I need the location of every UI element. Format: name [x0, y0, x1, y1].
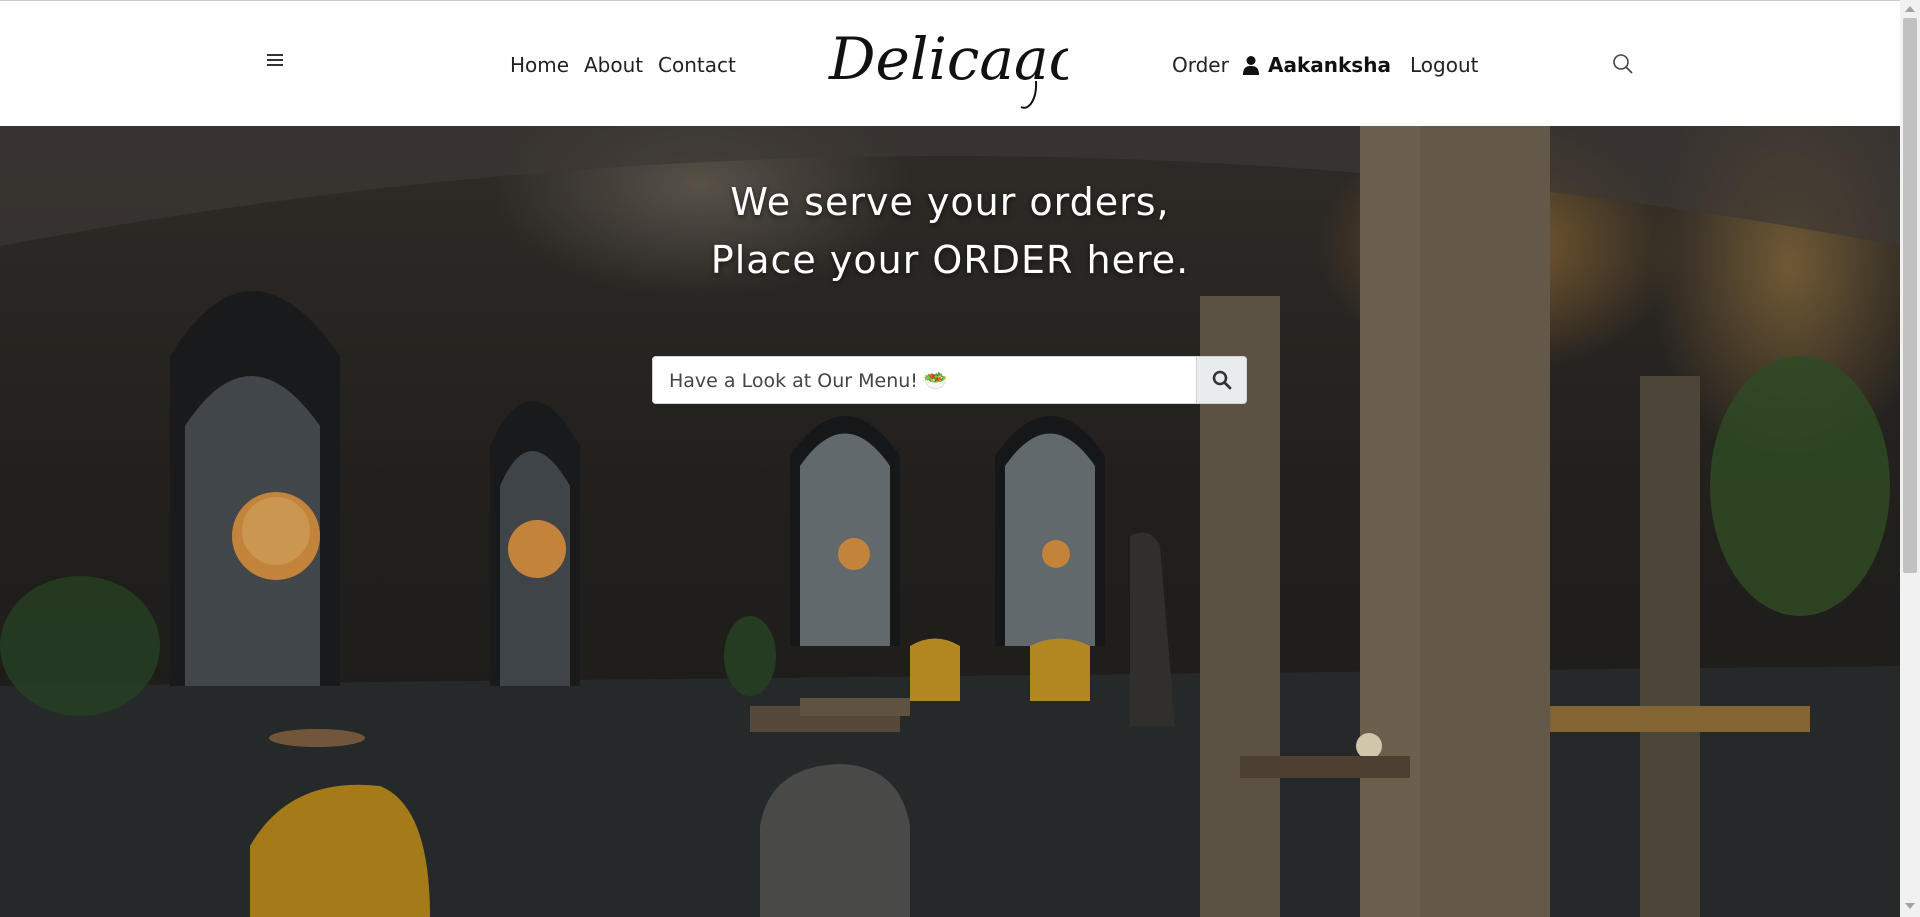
user-icon	[1243, 56, 1259, 75]
brand-logo-text: Delicaacy	[828, 25, 1068, 93]
scroll-down-arrow-icon[interactable]	[1905, 903, 1915, 909]
nav-home-link[interactable]: Home	[510, 53, 569, 77]
menu-search-button[interactable]	[1196, 356, 1247, 404]
user-name: Aakanksha	[1268, 53, 1391, 77]
nav-about-link[interactable]: About	[584, 53, 643, 77]
nav-order-link[interactable]: Order	[1172, 53, 1229, 77]
nav-logout-link[interactable]: Logout	[1410, 53, 1478, 77]
scrollbar-thumb[interactable]	[1903, 18, 1917, 573]
hamburger-menu-icon[interactable]	[264, 51, 286, 69]
brand-logo[interactable]: Delicaacy	[823, 17, 1068, 113]
menu-search-input[interactable]: Have a Look at Our Menu! 🥗	[652, 356, 1196, 404]
menu-search-bar: Have a Look at Our Menu! 🥗	[652, 356, 1247, 404]
page-scrollbar[interactable]	[1900, 0, 1920, 917]
site-header: Home About Contact Delicaacy Order Aakan…	[0, 0, 1900, 126]
hero-headline-line2: Place your ORDER here.	[710, 238, 1190, 282]
search-icon	[1212, 370, 1231, 390]
user-profile-link[interactable]: Aakanksha	[1242, 53, 1391, 77]
search-icon[interactable]	[1612, 53, 1634, 75]
nav-contact-link[interactable]: Contact	[658, 53, 736, 77]
hero-section: We serve your orders, Place your ORDER h…	[0, 126, 1900, 917]
hero-headline-line1: We serve your orders,	[730, 180, 1170, 224]
scroll-up-arrow-icon[interactable]	[1905, 6, 1915, 12]
